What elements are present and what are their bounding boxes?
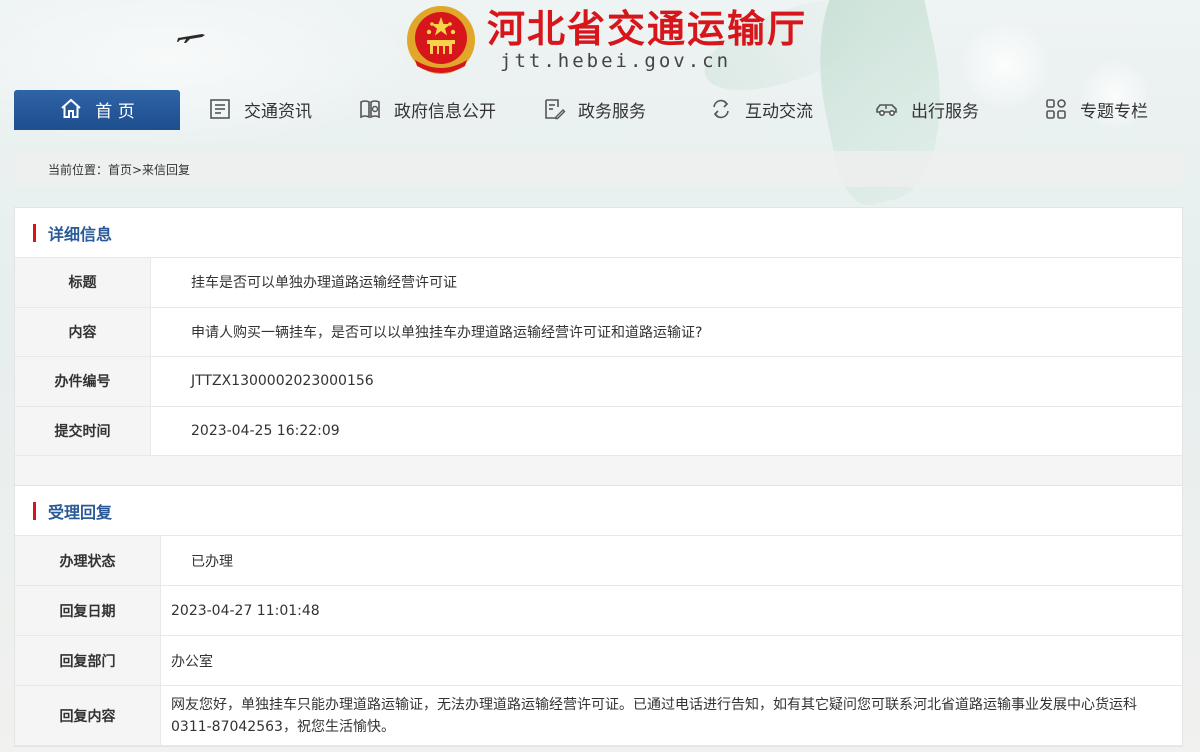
nav-label: 交通资讯 <box>244 101 312 122</box>
panel-spacer <box>15 456 1182 486</box>
row-label: 回复部门 <box>15 636 161 685</box>
reply-panel-header: 受理回复 <box>15 486 1182 536</box>
breadcrumb: 当前位置：首页>来信回复 <box>14 151 1183 187</box>
detail-row-title: 标题 挂车是否可以单独办理道路运输经营许可证 <box>15 258 1182 308</box>
heading-marker <box>33 501 36 520</box>
row-value: JTTZX1300002023000156 <box>191 373 374 390</box>
reply-row-content: 回复内容 网友您好，单独挂车只能办理道路运输证，无法办理道路运输经营许可证。已通… <box>15 686 1182 746</box>
news-icon <box>210 99 230 119</box>
airplane-icon <box>177 34 205 43</box>
row-label: 提交时间 <box>15 406 151 455</box>
row-value: 办公室 <box>171 653 213 670</box>
row-label: 标题 <box>15 258 151 307</box>
exchange-icon <box>713 99 729 119</box>
home-icon <box>61 98 81 118</box>
site-domain: jtt.hebei.gov.cn <box>500 50 732 72</box>
status-badge: 已办理 <box>191 553 233 570</box>
row-value: 挂车是否可以单独办理道路运输经营许可证 <box>191 275 457 292</box>
detail-row-content: 内容 申请人购买一辆挂车，是否可以以单独挂车办理道路运输经营许可证和道路运输证? <box>15 307 1182 357</box>
edit-doc-icon <box>545 99 566 120</box>
nav-item-gov-info[interactable]: 政府信息公开 <box>358 90 496 128</box>
row-label: 内容 <box>15 307 151 356</box>
detail-panel-header: 详细信息 <box>15 208 1182 258</box>
row-label: 办件编号 <box>15 357 151 406</box>
breadcrumb-text: 当前位置：首页>来信回复 <box>48 162 191 177</box>
row-value: 2023-04-27 11:01:48 <box>171 602 320 619</box>
row-value: 网友您好，单独挂车只能办理道路运输证，无法办理道路运输经营许可证。已通过电话进行… <box>171 696 1137 735</box>
nav-item-interaction[interactable]: 互动交流 <box>709 90 813 128</box>
nav-label: 政府信息公开 <box>394 101 496 122</box>
nav-item-travel[interactable]: 出行服务 <box>875 90 979 128</box>
reply-panel: 受理回复 办理状态 已办理 回复日期 2023-04-27 11:01:48 回… <box>14 485 1183 747</box>
nav-underline <box>14 127 180 130</box>
detail-row-case-number: 办件编号 JTTZX1300002023000156 <box>15 357 1182 407</box>
row-value: 2023-04-25 16:22:09 <box>191 422 340 439</box>
car-icon <box>876 104 897 117</box>
main-nav: 首 页 交通资讯 政府信息公开 政务服务 互动交流 出行服务 专题专栏 <box>0 90 1200 128</box>
grid-icon <box>1046 99 1066 119</box>
detail-heading: 详细信息 <box>48 224 113 244</box>
detail-row-submit-time: 提交时间 2023-04-25 16:22:09 <box>15 406 1182 456</box>
nav-label: 首 页 <box>95 101 135 122</box>
row-label: 回复内容 <box>15 686 161 745</box>
nav-label: 政务服务 <box>578 101 646 122</box>
book-icon <box>360 100 380 119</box>
reply-heading: 受理回复 <box>48 502 113 522</box>
site-title: 河北省交通运输厅 <box>487 7 808 51</box>
reply-row-date: 回复日期 2023-04-27 11:01:48 <box>15 586 1182 636</box>
reply-row-department: 回复部门 办公室 <box>15 636 1182 686</box>
row-label: 办理状态 <box>15 536 161 585</box>
detail-panel: 详细信息 标题 挂车是否可以单独办理道路运输经营许可证 内容 申请人购买一辆挂车… <box>14 207 1183 487</box>
row-value: 申请人购买一辆挂车，是否可以以单独挂车办理道路运输经营许可证和道路运输证? <box>191 324 703 341</box>
nav-item-services[interactable]: 政务服务 <box>542 90 646 128</box>
nav-label: 专题专栏 <box>1080 101 1148 122</box>
national-emblem-icon <box>407 6 475 74</box>
nav-item-news[interactable]: 交通资讯 <box>208 90 312 128</box>
site-header: 河北省交通运输厅 jtt.hebei.gov.cn <box>0 0 1200 88</box>
nav-item-home[interactable]: 首 页 <box>14 90 180 128</box>
row-label: 回复日期 <box>15 586 161 635</box>
nav-item-topics[interactable]: 专题专栏 <box>1044 90 1148 128</box>
nav-label: 互动交流 <box>745 101 813 122</box>
nav-label: 出行服务 <box>911 101 979 122</box>
heading-marker <box>33 223 36 242</box>
reply-row-status: 办理状态 已办理 <box>15 536 1182 586</box>
